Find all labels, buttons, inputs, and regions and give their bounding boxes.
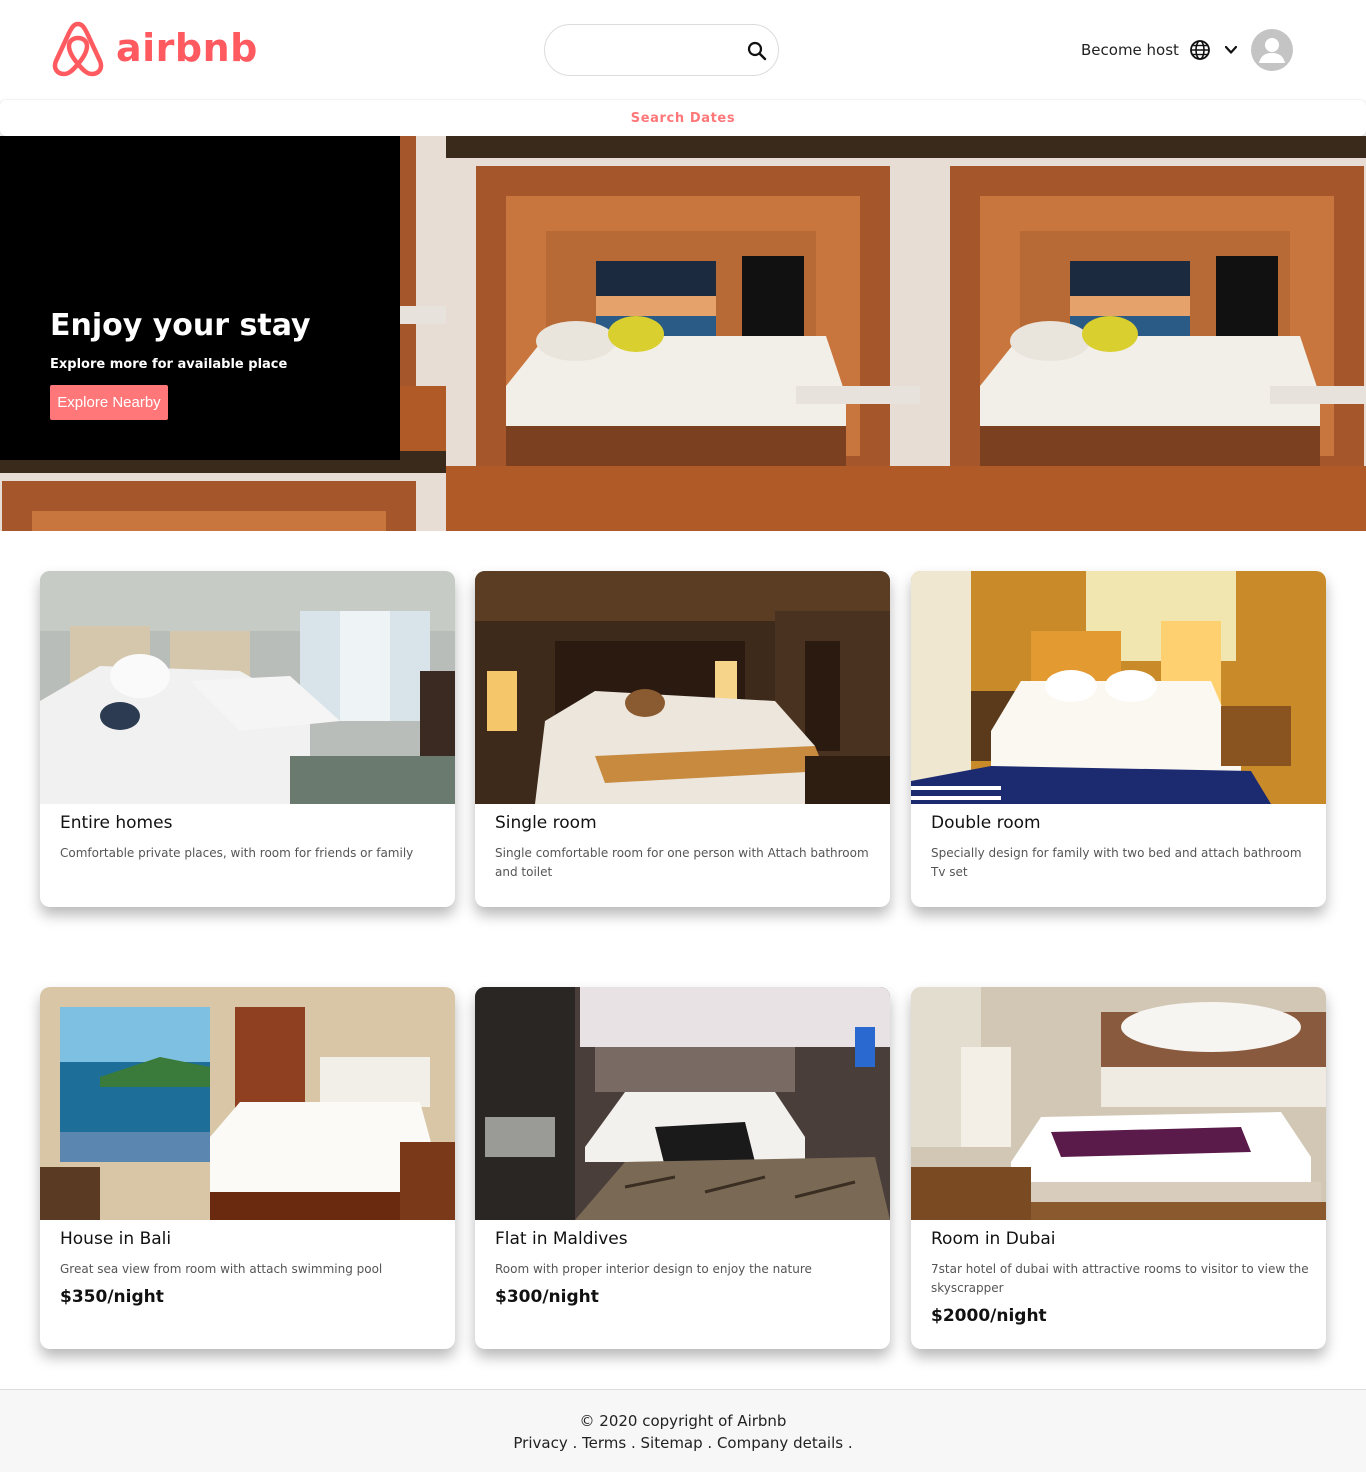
airbnb-logo-icon	[52, 21, 104, 77]
listing-description: Specially design for family with two bed…	[931, 846, 1302, 879]
listing-title: Entire homes	[60, 813, 173, 833]
listing-card[interactable]: Flat in Maldives Room with proper interi…	[475, 987, 890, 1349]
user-avatar-icon	[1258, 38, 1285, 63]
search-box[interactable]	[544, 24, 779, 76]
listing-image	[40, 571, 455, 804]
top-header: airbnb Become host	[0, 0, 1366, 100]
footer-separator: .	[626, 1434, 641, 1452]
listing-card[interactable]: House in Bali Great sea view from room w…	[40, 987, 455, 1349]
footer-link-terms[interactable]: Terms	[582, 1434, 626, 1452]
search-input[interactable]	[563, 39, 733, 63]
logo-text: airbnb	[116, 26, 258, 70]
listing-description: 7star hotel of dubai with attractive roo…	[931, 1262, 1309, 1295]
listing-description: Room with proper interior design to enjo…	[495, 1262, 812, 1276]
footer-copyright: © 2020 copyright of Airbnb	[579, 1412, 787, 1430]
listing-title: Single room	[495, 813, 597, 833]
listing-image	[911, 571, 1326, 804]
hero-image-tile	[446, 136, 920, 531]
globe-icon[interactable]	[1189, 39, 1211, 61]
listing-description: Comfortable private places, with room fo…	[60, 846, 414, 860]
hero-image-tile	[920, 136, 1366, 531]
listing-title: Room in Dubai	[931, 1229, 1056, 1249]
listing-image	[911, 987, 1326, 1220]
become-host-link[interactable]: Become host	[1081, 41, 1179, 59]
header-actions: Become host	[1081, 29, 1293, 71]
listing-image	[475, 571, 890, 804]
page-footer: © 2020 copyright of Airbnb Privacy . Ter…	[0, 1389, 1366, 1472]
search-dates-bar: Search Dates	[0, 100, 1366, 136]
hero-image-tile	[0, 451, 446, 531]
listing-card[interactable]: Room in Dubai 7star hotel of dubai with …	[911, 987, 1326, 1349]
listing-description: Great sea view from room with attach swi…	[60, 1262, 383, 1276]
chevron-down-icon[interactable]	[1223, 42, 1239, 58]
listing-price: $300/night	[495, 1287, 599, 1307]
footer-link-privacy[interactable]: Privacy	[513, 1434, 567, 1452]
airbnb-logo[interactable]: airbnb	[50, 18, 258, 78]
listing-image	[475, 987, 890, 1220]
listing-title: Flat in Maldives	[495, 1229, 628, 1249]
footer-trailing-dot: .	[843, 1434, 853, 1452]
search-icon[interactable]	[747, 41, 767, 61]
hero-title: Enjoy your stay	[50, 308, 311, 343]
listing-title: Double room	[931, 813, 1041, 833]
listing-card[interactable]: Double room Specially design for family …	[911, 571, 1326, 907]
listing-price: $350/night	[60, 1287, 164, 1307]
search-dates-button[interactable]: Search Dates	[631, 111, 735, 126]
footer-link-sitemap[interactable]: Sitemap	[641, 1434, 703, 1452]
user-avatar[interactable]	[1250, 29, 1293, 71]
listing-price: $2000/night	[931, 1306, 1047, 1326]
footer-separator: .	[567, 1434, 583, 1452]
listing-description: Single comfortable room for one person w…	[495, 846, 869, 879]
footer-links: Privacy . Terms . Sitemap . Company deta…	[0, 1434, 1366, 1452]
hero-subtitle: Explore more for available place	[50, 357, 288, 372]
listing-card[interactable]: Single room Single comfortable room for …	[475, 571, 890, 907]
footer-separator: .	[702, 1434, 717, 1452]
hero-card: Enjoy your stay Explore more for availab…	[0, 136, 400, 460]
listing-card[interactable]: Entire homes Comfortable private places,…	[40, 571, 455, 907]
listing-title: House in Bali	[60, 1229, 172, 1249]
listing-image	[40, 987, 455, 1220]
footer-link-company-details[interactable]: Company details	[717, 1434, 843, 1452]
explore-nearby-button[interactable]: Explore Nearby	[50, 385, 168, 420]
